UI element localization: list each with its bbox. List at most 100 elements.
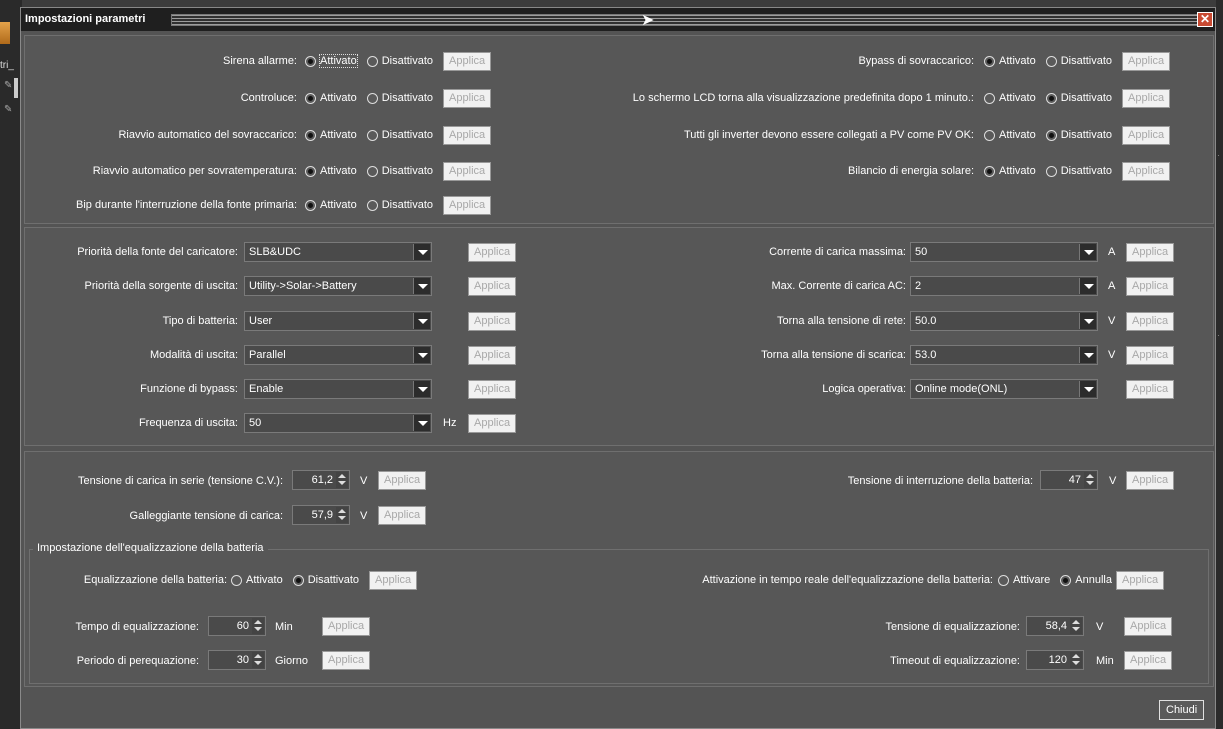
apply-button[interactable]: Applica <box>1124 651 1173 670</box>
spinner-value: 58,4 <box>1045 620 1067 632</box>
radio-label: Disattivato <box>381 199 434 212</box>
spinner-value: 120 <box>1048 654 1067 666</box>
apply-button[interactable]: Applica <box>1126 277 1175 296</box>
output-frequency-select[interactable]: 50 <box>244 413 432 433</box>
cutoff-voltage-spinner[interactable]: 47 <box>1040 470 1098 490</box>
spinner-value: 57,9 <box>311 509 333 521</box>
solar-balance-radio-on[interactable] <box>984 165 995 177</box>
equalization-group: Impostazione dell'equalizzazione della b… <box>29 542 1210 684</box>
beep-radio-off[interactable] <box>366 199 378 211</box>
unit-label: V <box>1108 349 1116 361</box>
toggle-row: Bip durante l'interruzione della fonte p… <box>25 195 1215 225</box>
back-to-discharge-voltage-label: Torna alla tensione di scarica: <box>761 349 906 361</box>
apply-button[interactable]: Applica <box>443 196 492 215</box>
select-value: 53.0 <box>915 349 937 361</box>
apply-button[interactable]: Applica <box>1116 571 1165 590</box>
radio-label: Attivato <box>320 199 357 212</box>
spinner-arrows-icon[interactable] <box>1084 472 1096 488</box>
toggle-label-lcd-return: Lo schermo LCD torna alla visualizzazion… <box>632 92 974 104</box>
overload-bypass-radio-group[interactable]: Attivato Disattivato Applica <box>984 52 1171 71</box>
unit-label: V <box>1096 621 1104 633</box>
app-logo-icon <box>0 22 10 44</box>
background-mark: · <box>1217 330 1220 340</box>
pv-ok-radio-off[interactable] <box>1045 129 1057 141</box>
radio-label: Attivato <box>999 165 1036 178</box>
apply-button[interactable]: Applica <box>1122 126 1171 145</box>
realtime-equalization-label: Attivazione in tempo reale dell'equalizz… <box>702 574 993 586</box>
max-charge-current-select[interactable]: 50 <box>910 242 1098 262</box>
overload-bypass-radio-off[interactable] <box>1045 55 1057 67</box>
lcd-return-radio-on[interactable] <box>984 92 995 104</box>
unit-label: Min <box>1096 655 1114 667</box>
toggle-row: Lo schermo LCD torna alla visualizzazion… <box>25 87 1215 117</box>
apply-button[interactable]: Applica <box>1122 89 1171 108</box>
beep-radio-group[interactable]: Attivato Disattivato Applica <box>305 196 492 215</box>
unit-label: V <box>1108 315 1116 327</box>
window-titlebar[interactable]: Impostazioni parametri ➤ ✕ <box>20 7 1216 31</box>
apply-button[interactable]: Applica <box>1126 346 1175 365</box>
solar-balance-radio-off[interactable] <box>1045 165 1057 177</box>
max-ac-charge-current-select[interactable]: 2 <box>910 276 1098 296</box>
operating-logic-label: Logica operativa: <box>822 383 906 395</box>
chevron-down-icon <box>1079 381 1096 397</box>
equalization-timeout-row: Timeout di equalizzazione: 120 Min Appli… <box>30 650 1210 674</box>
back-to-grid-voltage-select[interactable]: 50.0 <box>910 311 1098 331</box>
cutoff-voltage-label: Tensione di interruzione della batteria: <box>847 475 1033 487</box>
max-charge-current-label: Corrente di carica massima: <box>769 246 906 258</box>
pv-ok-radio-group[interactable]: Attivato Disattivato Applica <box>984 126 1171 145</box>
apply-button[interactable]: Applica <box>378 506 427 525</box>
apply-button[interactable]: Applica <box>1126 243 1175 262</box>
select-value: 50.0 <box>915 315 937 327</box>
realtime-activate-radio[interactable] <box>998 574 1009 586</box>
realtime-cancel-radio[interactable] <box>1060 574 1072 586</box>
parameter-settings-dialog: Sirena allarme: Attivato Disattivato Appli… <box>20 31 1216 729</box>
radio-label: Disattivato <box>1060 55 1113 68</box>
background-app-strip: tri_ ✎ ✎ <box>0 0 22 729</box>
overload-bypass-radio-on[interactable] <box>984 55 995 67</box>
chevron-down-icon <box>1079 347 1096 363</box>
solar-balance-radio-group[interactable]: Attivato Disattivato Applica <box>984 162 1171 181</box>
tool-icon: ✎ <box>4 80 13 91</box>
pv-ok-radio-on[interactable] <box>984 129 995 141</box>
equalization-title: Impostazione dell'equalizzazione della b… <box>33 542 268 554</box>
apply-button[interactable]: Applica <box>1126 380 1175 399</box>
toggle-row: Bilancio di energia solare: Attivato Disa… <box>25 160 1215 190</box>
equalization-voltage-label: Tensione di equalizzazione: <box>885 621 1020 633</box>
radio-label: Attivato <box>999 129 1036 142</box>
beep-radio-on[interactable] <box>305 199 316 211</box>
spinner-arrows-icon[interactable] <box>1070 652 1082 668</box>
realtime-equalization-row: Attivazione in tempo reale dell'equalizz… <box>30 570 1210 594</box>
radio-label: Attivato <box>999 92 1036 105</box>
spinner-arrows-icon[interactable] <box>336 507 348 523</box>
close-button[interactable]: Chiudi <box>1159 700 1205 720</box>
window-title: Impostazioni parametri <box>25 13 149 25</box>
operating-logic-select[interactable]: Online mode(ONL) <box>910 379 1098 399</box>
unit-label: A <box>1108 280 1116 292</box>
unit-label: Hz <box>443 417 457 429</box>
float-voltage-spinner[interactable]: 57,9 <box>292 505 350 525</box>
spinner-arrows-icon[interactable] <box>1070 618 1082 634</box>
equalization-voltage-spinner[interactable]: 58,4 <box>1026 616 1084 636</box>
toggle-label-overload-bypass: Bypass di sovraccarico: <box>858 55 974 67</box>
background-right-strip: · · <box>1216 0 1223 729</box>
select-value: Online mode(ONL) <box>915 383 1008 395</box>
toggle-settings-panel: Sirena allarme: Attivato Disattivato Appli… <box>24 35 1214 224</box>
lcd-return-radio-off[interactable] <box>1045 92 1057 104</box>
back-to-discharge-voltage-select[interactable]: 53.0 <box>910 345 1098 365</box>
apply-button[interactable]: Applica <box>468 414 517 433</box>
combo-row: Logica operativa: Online mode(ONL) Appli… <box>25 379 1215 403</box>
unit-label: V <box>360 510 368 522</box>
close-window-button[interactable]: ✕ <box>1197 12 1213 27</box>
background-mark: · <box>1217 150 1220 160</box>
apply-button[interactable]: Applica <box>1126 471 1175 490</box>
realtime-equalization-radio-group[interactable]: Attivare Annulla Applica <box>998 571 1165 590</box>
apply-button[interactable]: Applica <box>1124 617 1173 636</box>
lcd-return-radio-group[interactable]: Attivato Disattivato Applica <box>984 89 1171 108</box>
apply-button[interactable]: Applica <box>1126 312 1175 331</box>
apply-button[interactable]: Applica <box>1122 162 1171 181</box>
apply-button[interactable]: Applica <box>1122 52 1171 71</box>
battery-voltage-panel: Tensione di carica in serie (tensione C.… <box>24 451 1214 687</box>
equalization-timeout-spinner[interactable]: 120 <box>1026 650 1084 670</box>
combo-row: Frequenza di uscita: 50 Hz Applica <box>25 413 585 437</box>
select-value: 50 <box>249 417 262 429</box>
